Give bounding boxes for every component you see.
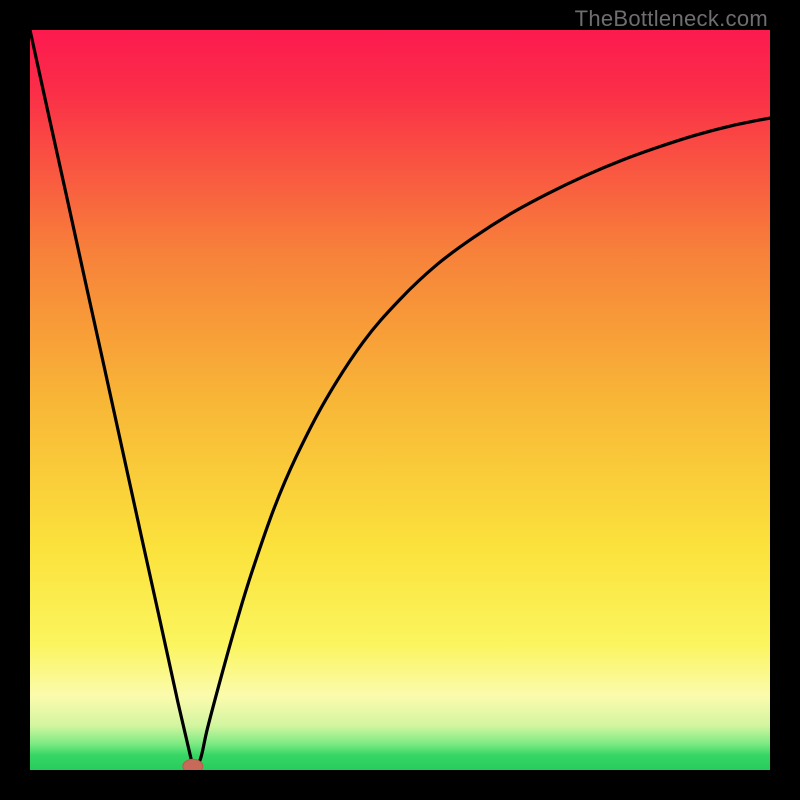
chart-background-gradient (30, 30, 770, 770)
plot-frame (30, 30, 770, 770)
watermark-text: TheBottleneck.com (575, 6, 768, 32)
min-point-marker (183, 759, 203, 770)
bottleneck-chart (30, 30, 770, 770)
